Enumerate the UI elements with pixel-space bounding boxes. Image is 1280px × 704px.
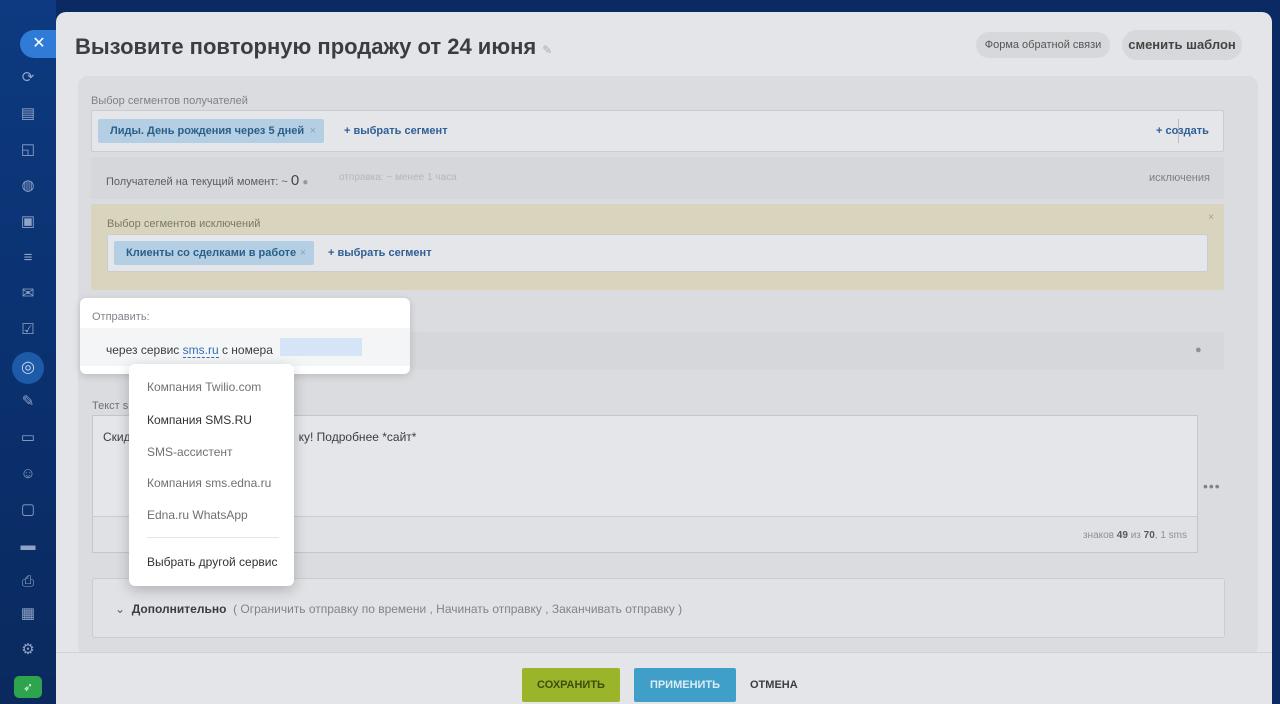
create-segment-link[interactable]: + создать <box>1156 125 1209 137</box>
sms-text-suffix: ку! Подробнее *сайт* <box>298 430 417 444</box>
checkbox-icon[interactable]: ☑ <box>18 320 38 340</box>
send-label: Отправить: <box>92 311 150 323</box>
remove-chip-icon[interactable]: × <box>310 119 316 143</box>
printer-icon[interactable]: ⎙ <box>18 572 38 592</box>
select-exclusion-segment-link[interactable]: + выбрать сегмент <box>328 247 432 259</box>
change-template-button[interactable]: сменить шаблон <box>1122 30 1242 60</box>
apply-button[interactable]: ПРИМЕНИТЬ <box>634 668 736 702</box>
cancel-button[interactable]: ОТМЕНА <box>750 668 798 702</box>
close-exclusions-icon[interactable]: × <box>1208 212 1214 223</box>
additional-section[interactable]: ⌄ Дополнительно ( Ограничить отправку по… <box>92 578 1225 638</box>
marketing-icon[interactable]: ◎ <box>12 352 44 384</box>
exclusions-selector[interactable]: Клиенты со сделками в работе × + выбрать… <box>107 234 1208 272</box>
left-sidebar: ✕ ⟳ ▤ ◱ ◍ ▣ ≡ ✉ ☑ ◎ ✎ ▭ ☺ ▢ ▬ ⎙ ▦ ⚙ ➶ <box>0 0 58 704</box>
exclusion-chip[interactable]: Клиенты со сделками в работе × <box>114 241 314 265</box>
additional-title: Дополнительно <box>131 602 227 616</box>
segment-chip-label: Лиды. День рождения через 5 дней <box>110 125 305 137</box>
globe-icon[interactable]: ◍ <box>18 176 38 196</box>
sms-text-prefix: Скид <box>103 430 131 444</box>
help-icon[interactable]: ● <box>302 177 308 188</box>
send-settings-card: Отправить: через сервис sms.ru с номера <box>80 298 410 374</box>
page-title: Вызовите повторную продажу от 24 июня ✎ <box>75 34 552 60</box>
exclusions-link[interactable]: исключения <box>1149 172 1210 184</box>
settings-icon[interactable]: ⚙ <box>18 640 38 660</box>
segments-label: Выбор сегментов получателей <box>91 95 248 107</box>
recipients-row: Получателей на текущий момент: ~ 0 ● отп… <box>91 157 1224 199</box>
menu-divider <box>147 537 279 538</box>
edit-pencil-icon[interactable]: ✎ <box>542 43 552 57</box>
close-icon[interactable]: ✕ <box>20 30 58 58</box>
segment-chip[interactable]: Лиды. День рождения через 5 дней × <box>98 119 324 143</box>
users-icon[interactable]: ☺ <box>18 464 38 484</box>
help-icon[interactable]: ● <box>1195 344 1202 356</box>
menu-item-edna[interactable]: Компания sms.edna.ru <box>147 476 271 490</box>
menu-item-smsru[interactable]: Компания SMS.RU <box>147 413 252 427</box>
counter-prefix: знаков <box>1082 530 1114 541</box>
more-options-icon[interactable]: ••• <box>1203 478 1221 494</box>
send-prefix: через сервис <box>106 343 180 357</box>
card-icon[interactable]: ▬ <box>18 536 38 556</box>
menu-item-other-service[interactable]: Выбрать другой сервис <box>147 555 277 569</box>
mail-icon[interactable]: ✉ <box>18 284 38 304</box>
send-service-text: через сервис sms.ru с номера <box>106 343 273 358</box>
service-selector-link[interactable]: sms.ru <box>182 343 219 358</box>
monitor-icon[interactable]: ▭ <box>18 428 38 448</box>
menu-item-sms-assistant[interactable]: SMS-ассистент <box>147 445 233 459</box>
send-suffix: с номера <box>221 343 273 357</box>
counter-mid: из <box>1130 530 1141 541</box>
counter-value: 49 <box>1116 530 1128 541</box>
feedback-form-button[interactable]: Форма обратной связи <box>976 32 1110 58</box>
pen-icon[interactable]: ✎ <box>18 392 38 412</box>
char-counter: знаков 49 из 70, 1 sms <box>1083 530 1187 541</box>
additional-options: ( Ограничить отправку по времени , Начин… <box>233 602 683 616</box>
service-dropdown-menu: Компания Twilio.com Компания SMS.RU SMS-… <box>129 364 294 586</box>
select-segment-link[interactable]: + выбрать сегмент <box>344 125 448 137</box>
exclusion-chip-label: Клиенты со сделками в работе <box>126 247 297 259</box>
menu-item-edna-whatsapp[interactable]: Edna.ru WhatsApp <box>147 508 248 522</box>
footer-bar: СОХРАНИТЬ ПРИМЕНИТЬ ОТМЕНА <box>56 652 1272 704</box>
recipients-number: 0 <box>290 172 300 189</box>
file-icon[interactable]: ▢ <box>18 500 38 520</box>
counter-max: 70 <box>1143 530 1155 541</box>
exclusions-label: Выбор сегментов исключений <box>107 218 261 230</box>
send-service-row: через сервис sms.ru с номера <box>80 328 410 366</box>
filter-icon[interactable]: ≡ <box>18 248 38 268</box>
additional-toggle[interactable]: ⌄ Дополнительно ( Ограничить отправку по… <box>115 602 682 616</box>
chat-icon[interactable]: ◱ <box>18 140 38 160</box>
rocket-icon[interactable]: ➶ <box>14 676 42 698</box>
counter-suffix: , 1 sms <box>1154 530 1187 541</box>
chevron-down-icon: ⌄ <box>115 602 126 616</box>
exclusions-box: Выбор сегментов исключений × Клиенты со … <box>91 204 1224 290</box>
save-button[interactable]: СОХРАНИТЬ <box>522 668 620 702</box>
segments-selector[interactable]: Лиды. День рождения через 5 дней × + выб… <box>91 110 1224 152</box>
document-icon[interactable]: ▤ <box>18 104 38 124</box>
sender-number-field[interactable] <box>280 338 362 356</box>
calendar-icon[interactable]: ▦ <box>18 604 38 624</box>
recipients-text: Получателей на текущий момент: ~ <box>106 176 288 188</box>
page-title-text: Вызовите повторную продажу от 24 июня <box>75 34 537 59</box>
refresh-icon[interactable]: ⟳ <box>18 68 38 88</box>
remove-chip-icon[interactable]: × <box>300 241 306 265</box>
send-time: отправка: ~ менее 1 часа <box>339 172 457 183</box>
menu-item-twilio[interactable]: Компания Twilio.com <box>147 380 261 394</box>
sms-text-label: Текст sr <box>92 400 132 412</box>
clipboard-icon[interactable]: ▣ <box>18 212 38 232</box>
recipients-count: Получателей на текущий момент: ~ 0 ● <box>106 172 308 189</box>
